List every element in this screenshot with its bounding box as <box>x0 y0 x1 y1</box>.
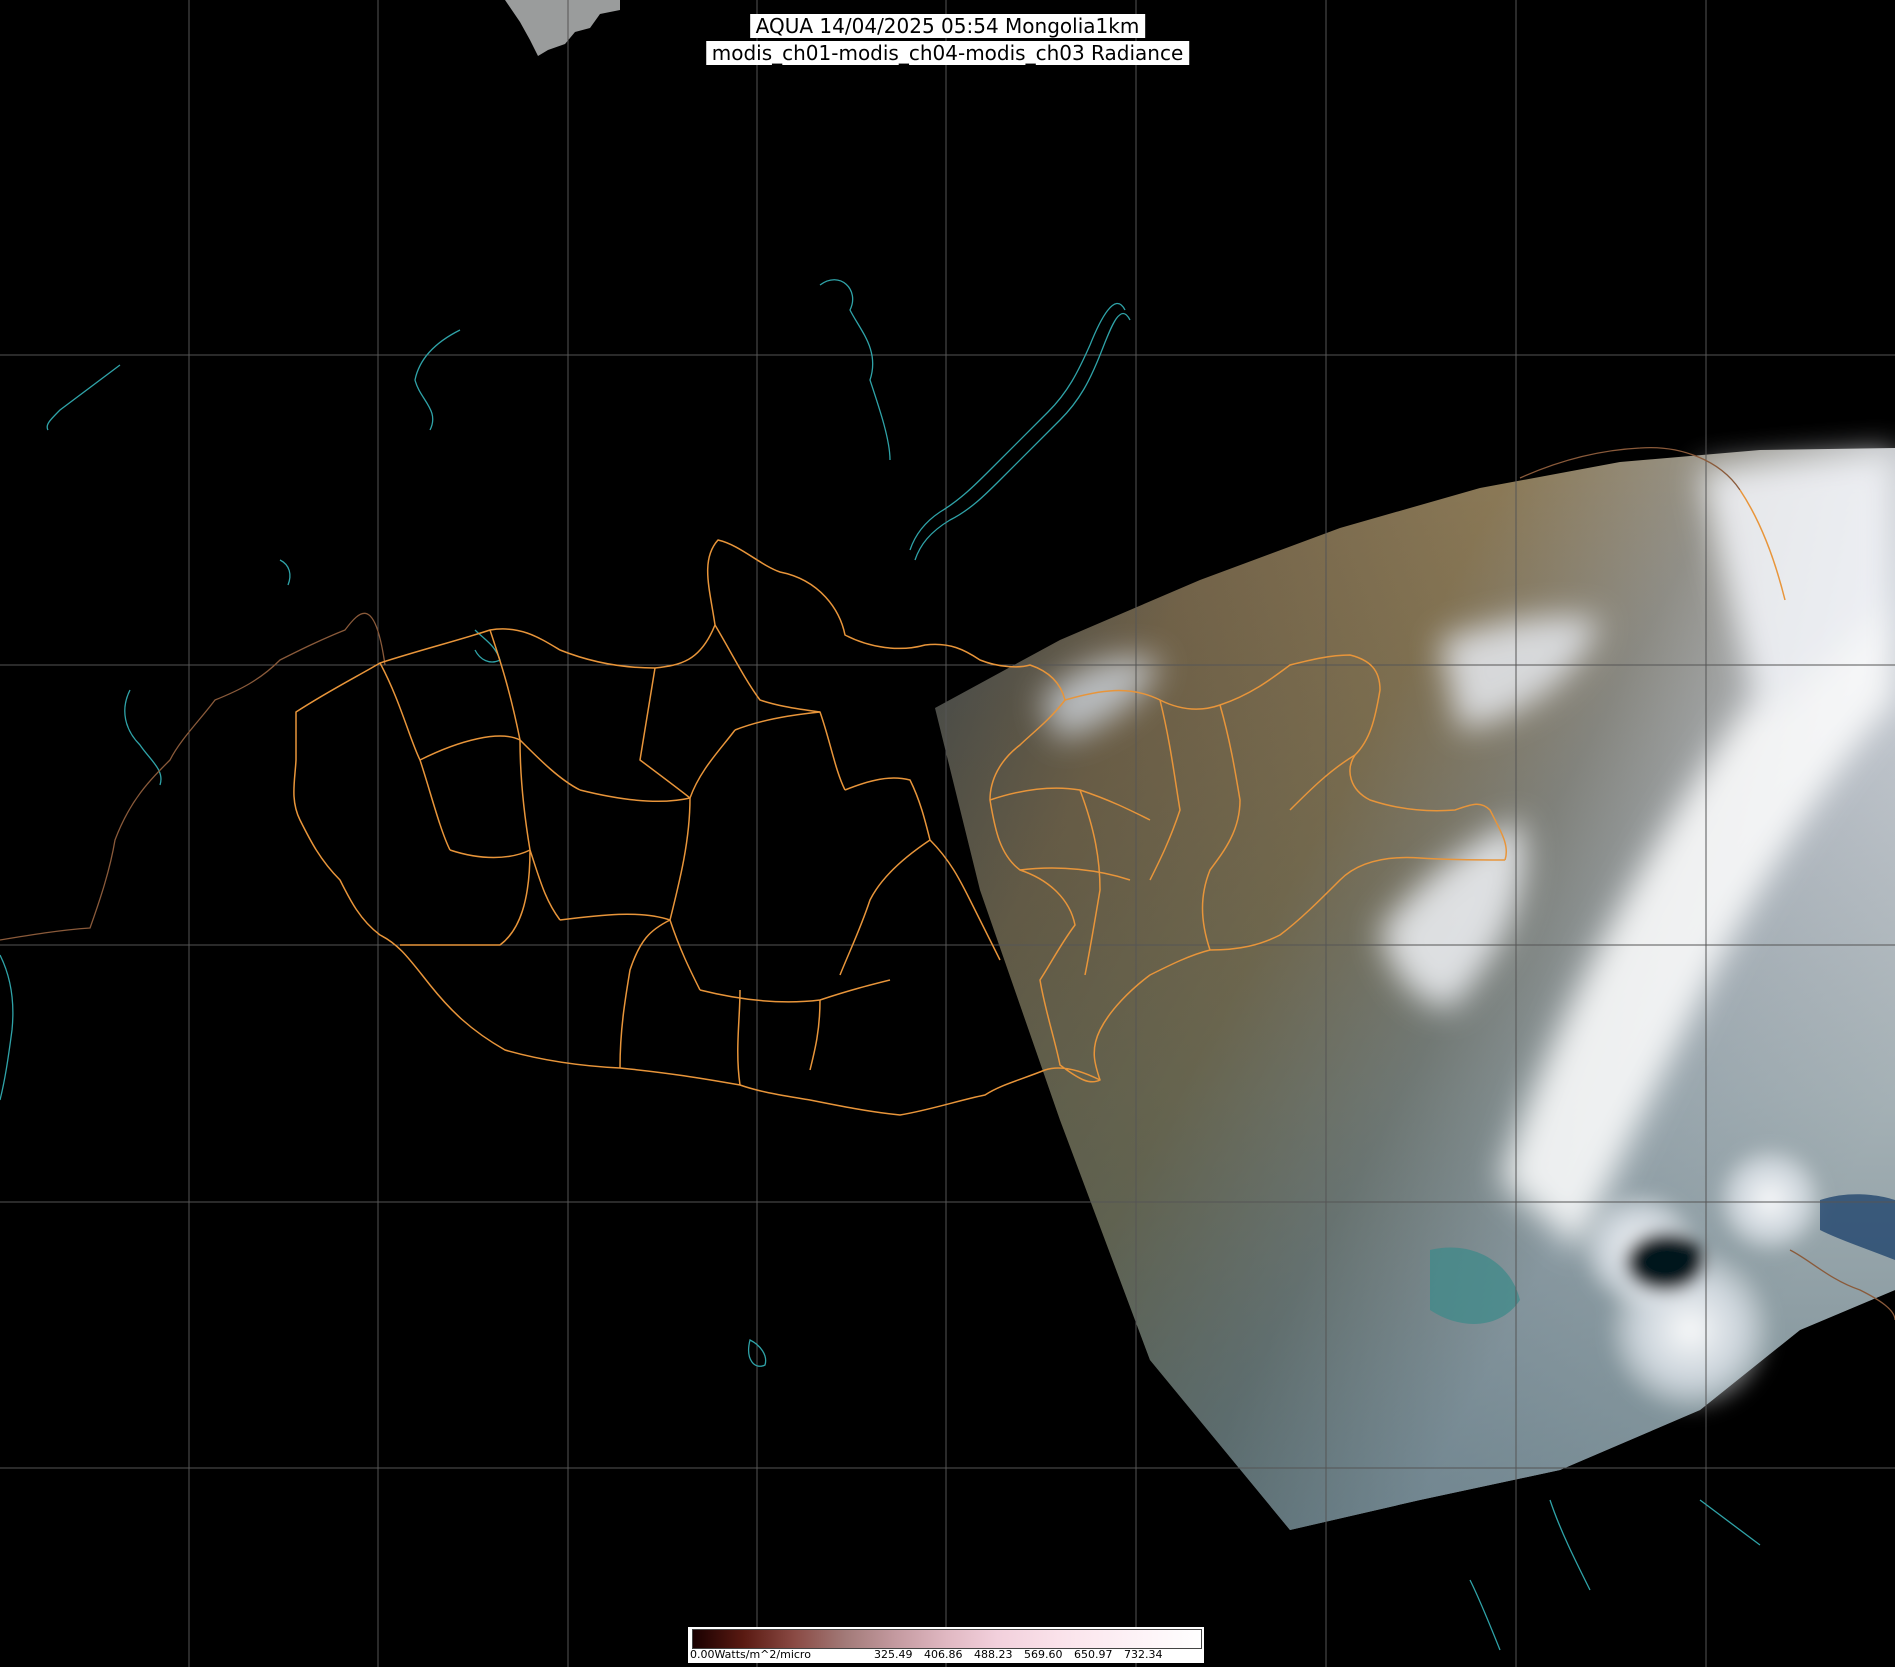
legend-tick: 406.86 <box>924 1648 963 1661</box>
legend-color-bar <box>692 1629 1202 1649</box>
map-canvas <box>0 0 1895 1667</box>
legend-tick: 650.97 <box>1074 1648 1113 1661</box>
image-subtitle: modis_ch01-modis_ch04-modis_ch03 Radianc… <box>705 41 1190 65</box>
legend-unit-label: 0.00Watts/m^2/micro <box>690 1648 811 1661</box>
color-legend: 0.00Watts/m^2/micro 325.49 406.86 488.23… <box>688 1627 1204 1663</box>
legend-tick: 325.49 <box>874 1648 913 1661</box>
legend-tick: 569.60 <box>1024 1648 1063 1661</box>
satellite-map-view: AQUA 14/04/2025 05:54 Mongolia1km modis_… <box>0 0 1895 1667</box>
satellite-swath <box>935 448 1895 1530</box>
swath-fragment <box>505 0 620 56</box>
image-title: AQUA 14/04/2025 05:54 Mongolia1km <box>749 14 1146 38</box>
legend-tick: 488.23 <box>974 1648 1013 1661</box>
legend-tick: 732.34 <box>1124 1648 1163 1661</box>
